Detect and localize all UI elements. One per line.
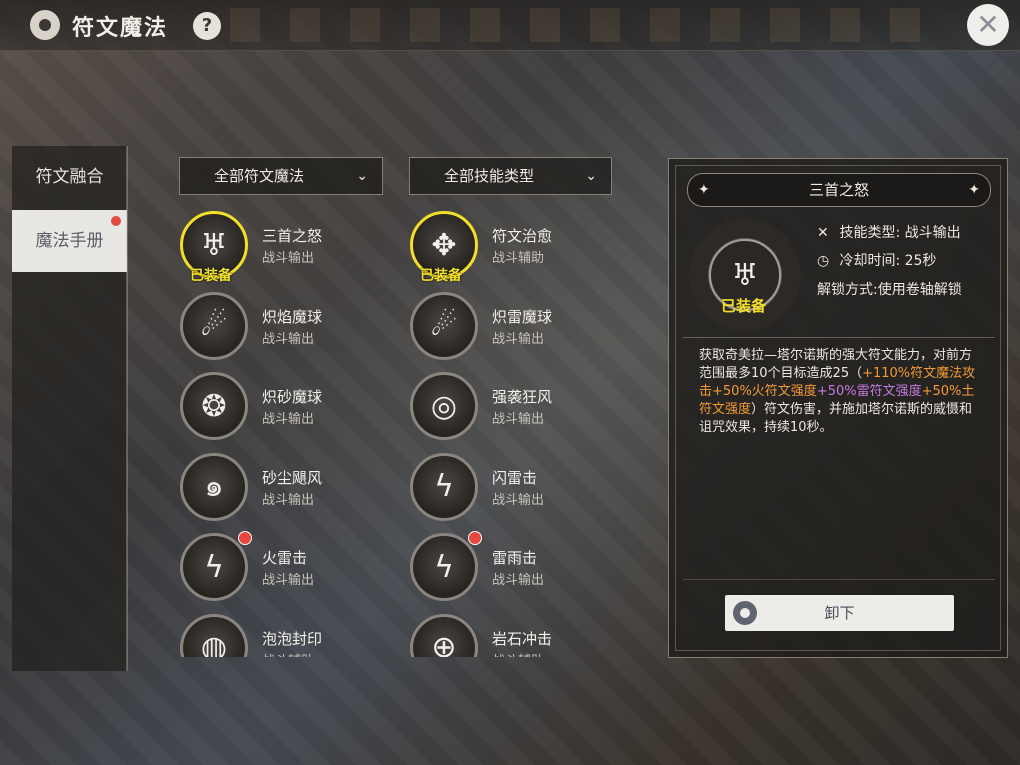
skill-name: 闪雷击 xyxy=(492,468,538,487)
skill-name: 火雷击 xyxy=(262,549,308,567)
skill-type-filter-dropdown[interactable]: 全部技能类型 ⌄ xyxy=(409,157,612,195)
skill-name: 雷雨击 xyxy=(492,549,538,567)
description-segment: +50%雷符文强度 xyxy=(816,384,922,399)
equipped-badge: 已装备 xyxy=(190,268,232,284)
skill-name: 符文治愈 xyxy=(492,227,553,245)
detail-title-bar: ✦ 三首之怒 ✦ xyxy=(687,173,991,207)
skill-name: 炽焰魔球 xyxy=(262,307,323,326)
skill-item[interactable]: ϟ 闪雷击战斗输出 xyxy=(400,447,610,523)
skill-item[interactable]: ◎ 强袭狂风战斗输出 xyxy=(400,366,610,442)
detail-skill-type-text: 技能类型: 战斗输出 xyxy=(839,225,961,241)
rune-magic-logo-icon xyxy=(30,10,60,40)
detail-unlock: 解锁方式:使用卷轴解锁 xyxy=(817,282,962,298)
tab-rune-fusion[interactable]: 符文融合 xyxy=(12,146,127,208)
tab-magic-handbook[interactable]: 魔法手册 xyxy=(12,210,127,272)
help-button[interactable]: ? xyxy=(193,12,221,40)
crossed-swords-icon: ✕ xyxy=(817,225,829,241)
wind-icon: ◎ xyxy=(410,372,478,440)
skill-detail-panel: ✦ 三首之怒 ✦ ♅ 已装备 ✕ 技能类型: 战斗输出 ◷ 冷却时间: 25秒 … xyxy=(668,158,1008,658)
skill-item[interactable]: ⊕ 岩石冲击战斗辅助 xyxy=(400,608,610,658)
skill-item[interactable]: ๑ 砂尘飓风战斗输出 xyxy=(170,447,380,523)
skill-name: 炽砂魔球 xyxy=(262,388,323,406)
skill-item[interactable]: ◍ 泡泡封印战斗辅助 xyxy=(170,608,380,658)
unequip-button[interactable]: 卸下 xyxy=(725,595,954,631)
top-bar: 符文魔法 ? ✕ xyxy=(0,0,1020,51)
bubble-seal-icon: ◍ xyxy=(180,613,248,657)
skill-item[interactable]: ✥ 已装备 符文治愈 战斗辅助 xyxy=(400,205,610,284)
sparkle-icon: ✦ xyxy=(968,182,980,198)
rock-impact-icon: ⊕ xyxy=(410,613,478,657)
skill-type: 战斗辅助 xyxy=(262,650,314,658)
skill-item[interactable]: ϟ 火雷击战斗输出 xyxy=(170,527,380,603)
skill-name: 砂尘飓风 xyxy=(262,468,323,487)
rune-magic-filter-dropdown[interactable]: 全部符文魔法 ⌄ xyxy=(179,157,383,195)
detail-equipped-badge: 已装备 xyxy=(721,297,767,315)
divider xyxy=(126,146,128,671)
skill-type: 战斗输出 xyxy=(262,251,315,266)
sand-orb-icon: ❂ xyxy=(180,372,248,440)
detail-cooldown: ◷ 冷却时间: 25秒 xyxy=(817,250,936,270)
skill-type-filter-value: 全部技能类型 xyxy=(444,167,535,185)
skill-name: 泡泡封印 xyxy=(262,629,323,648)
clock-icon: ◷ xyxy=(817,253,830,269)
sand-storm-icon: ๑ xyxy=(180,452,248,521)
thunder-orb-icon: ☄ xyxy=(410,291,478,360)
skill-item[interactable]: ♅ 已装备 三首之怒 战斗输出 xyxy=(170,205,380,284)
chevron-down-icon: ⌄ xyxy=(356,168,368,184)
rune-icon xyxy=(733,601,757,625)
skill-type: 战斗输出 xyxy=(262,573,315,588)
skill-type: 战斗输出 xyxy=(262,492,315,508)
notification-dot xyxy=(238,531,252,545)
header-ornament xyxy=(230,8,950,42)
skill-type: 战斗辅助 xyxy=(492,650,544,658)
divider xyxy=(683,337,995,338)
skill-type: 战斗输出 xyxy=(492,412,545,427)
notification-dot xyxy=(111,216,121,226)
fire-thunder-icon: ϟ xyxy=(180,533,248,601)
notification-dot xyxy=(468,531,482,545)
skill-type: 战斗输出 xyxy=(262,331,315,347)
description-segment: +50%火符文强度 xyxy=(712,384,817,399)
close-button[interactable]: ✕ xyxy=(967,4,1009,46)
chevron-down-icon: ⌄ xyxy=(585,168,597,184)
skill-type: 战斗输出 xyxy=(492,573,545,588)
skill-type: 战斗辅助 xyxy=(492,251,545,266)
skill-item[interactable]: ☄ 炽焰魔球战斗输出 xyxy=(170,286,380,362)
skill-type: 战斗输出 xyxy=(492,492,545,508)
unequip-label: 卸下 xyxy=(824,604,855,622)
skill-type: 战斗输出 xyxy=(492,331,545,347)
skill-list[interactable]: ♅ 已装备 三首之怒 战斗输出 ✥ 已装备 符文治愈 战斗辅助 ☄ 炽焰魔球 战斗输出 ☄ 炽雷魔球 战斗… xyxy=(170,205,650,657)
page-title: 符文魔法 xyxy=(72,16,169,41)
divider xyxy=(683,579,995,580)
detail-description: 获取奇美拉—塔尔诺斯的强大符文能力，对前方范围最多10个目标造成25（+110%… xyxy=(699,347,984,437)
skill-name: 强袭狂风 xyxy=(492,388,553,406)
skill-item[interactable]: ❂ 炽砂魔球战斗输出 xyxy=(170,366,380,442)
sparkle-icon: ✦ xyxy=(698,182,710,198)
lightning-icon: ϟ xyxy=(410,452,478,521)
skill-name: 岩石冲击 xyxy=(492,629,553,648)
equipped-badge: 已装备 xyxy=(420,268,462,284)
rune-magic-filter-value: 全部符文魔法 xyxy=(214,167,305,185)
skill-name: 三首之怒 xyxy=(262,227,323,245)
detail-cooldown-text: 冷却时间: 25秒 xyxy=(839,253,937,269)
skill-type: 战斗输出 xyxy=(262,412,315,427)
skill-name: 炽雷魔球 xyxy=(492,307,553,326)
skill-item[interactable]: ϟ 雷雨击战斗输出 xyxy=(400,527,610,603)
detail-skill-type: ✕ 技能类型: 战斗输出 xyxy=(817,222,961,242)
skill-item[interactable]: ☄ 炽雷魔球战斗输出 xyxy=(400,286,610,362)
thunderstorm-icon: ϟ xyxy=(410,533,478,601)
side-tab-bar: 符文融合 魔法手册 xyxy=(12,146,127,671)
detail-title: 三首之怒 xyxy=(808,181,869,199)
fire-orb-icon: ☄ xyxy=(180,291,248,360)
tab-magic-handbook-label: 魔法手册 xyxy=(35,231,104,251)
